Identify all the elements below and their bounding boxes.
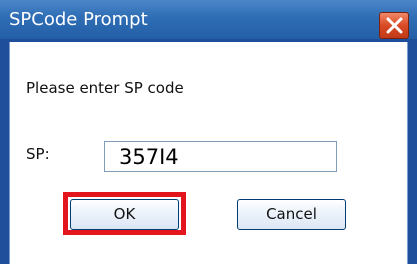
sp-code-input[interactable] — [104, 141, 337, 172]
title-bar[interactable]: SPCode Prompt — [0, 0, 417, 39]
sp-label: SP: — [26, 145, 50, 163]
close-icon — [386, 17, 403, 34]
ok-button[interactable]: OK — [70, 199, 179, 230]
cancel-button[interactable]: Cancel — [237, 199, 346, 230]
window-title: SPCode Prompt — [9, 9, 148, 30]
dialog-window: SPCode Prompt Please enter SP code SP: O… — [0, 0, 417, 264]
close-button[interactable] — [379, 12, 409, 39]
prompt-text: Please enter SP code — [26, 79, 184, 97]
dialog-body: Please enter SP code SP: OK Cancel — [9, 42, 408, 264]
